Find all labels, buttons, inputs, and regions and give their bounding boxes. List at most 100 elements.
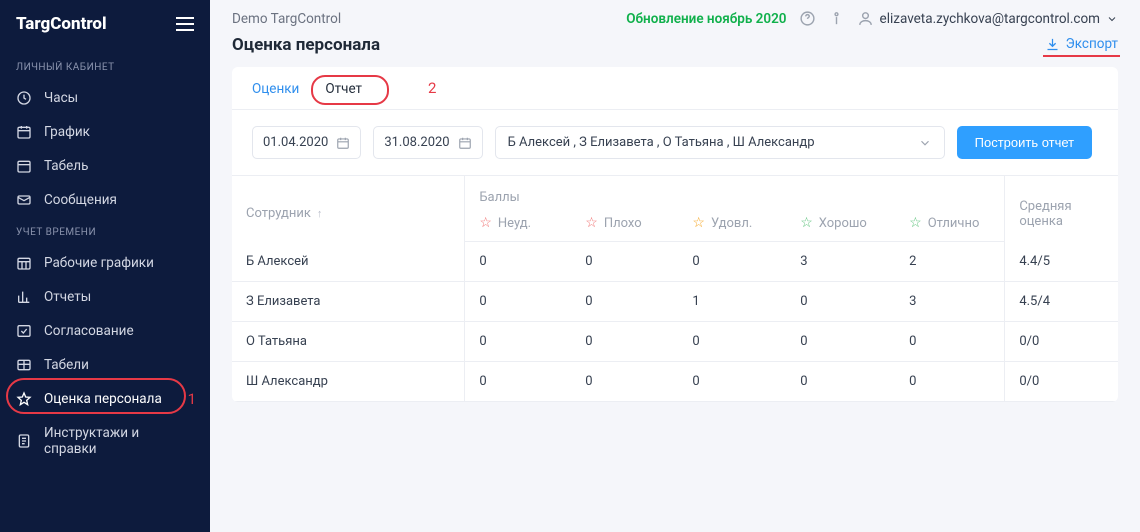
cell-score: 0 (465, 282, 571, 322)
export-icon (1045, 37, 1060, 52)
chevron-down-icon (1106, 13, 1118, 25)
export-label: Экспорт (1066, 36, 1118, 52)
cell-average: 4.5/4 (1005, 282, 1118, 322)
calendar-icon (16, 124, 32, 140)
sidebar-item-label: Инструктажи и справки (44, 425, 194, 457)
menu-toggle-icon[interactable] (176, 17, 194, 31)
build-report-button[interactable]: Построить отчет (957, 126, 1093, 159)
section-label-personal: ЛИЧНЫЙ КАБИНЕТ (0, 52, 210, 81)
cell-score: 0 (678, 242, 786, 282)
col-good[interactable]: ☆Хорошо (786, 209, 895, 242)
col-poor[interactable]: ☆Плохо (571, 209, 678, 242)
cell-score: 0 (678, 322, 786, 362)
sidebar-item-schedule[interactable]: График (0, 115, 210, 149)
sidebar-item-work-schedules[interactable]: Рабочие графики (0, 246, 210, 280)
info-icon[interactable] (828, 10, 845, 27)
annotation-1: 1 (188, 390, 196, 408)
calendar-icon (336, 136, 350, 150)
star-icon: ☆ (800, 215, 813, 231)
sidebar-item-hours[interactable]: Часы (0, 81, 210, 115)
col-bad[interactable]: ☆Неуд. (465, 209, 571, 242)
report-table: Сотрудник↑ Баллы Средняя оценка ☆Неуд. ☆… (232, 176, 1118, 402)
date-from-input[interactable]: 01.04.2020 (252, 126, 361, 159)
help-icon[interactable] (799, 10, 816, 27)
cell-score: 3 (895, 282, 1005, 322)
star-icon: ☆ (479, 215, 492, 231)
cell-score: 3 (786, 242, 895, 282)
sidebar-item-label: Табели (44, 357, 89, 373)
brand-logo: TargControl (16, 14, 107, 34)
cell-score: 0 (895, 362, 1005, 402)
export-button[interactable]: Экспорт (1045, 36, 1118, 54)
col-excellent[interactable]: ☆Отлично (895, 209, 1005, 242)
people-select-value: Б Алексей , З Елизавета , О Татьяна , Ш … (508, 135, 815, 150)
sidebar-item-staff-rating[interactable]: Оценка персонала 1 (0, 382, 210, 416)
user-email: elizaveta.zychkova@targcontrol.com (880, 11, 1100, 27)
section-label-time: УЧЕТ ВРЕМЕНИ (0, 217, 210, 246)
cell-score: 0 (786, 322, 895, 362)
sidebar-item-label: График (44, 124, 90, 140)
sidebar-item-messages[interactable]: Сообщения (0, 183, 210, 217)
sidebar-item-label: Согласование (44, 323, 134, 339)
table-row: Б Алексей000324.4/5 (232, 242, 1118, 282)
people-select[interactable]: Б Алексей , З Елизавета , О Татьяна , Ш … (495, 126, 945, 159)
cell-average: 4.4/5 (1005, 242, 1118, 282)
cell-employee: Б Алексей (232, 242, 465, 282)
sidebar-item-label: Отчеты (44, 289, 91, 305)
annotation-underline (1043, 55, 1120, 57)
check-square-icon (16, 323, 32, 339)
cell-employee: З Елизавета (232, 282, 465, 322)
sidebar-item-instructions[interactable]: Инструктажи и справки (0, 416, 210, 466)
clock-icon (16, 90, 32, 106)
card: Оценки Отчет 2 01.04.2020 31.08.2020 Б А… (232, 67, 1118, 402)
col-average[interactable]: Средняя оценка (1005, 176, 1118, 242)
star-icon: ☆ (585, 215, 598, 231)
main: Demo TargControl Обновление ноябрь 2020 … (210, 0, 1140, 532)
bar-chart-icon (16, 289, 32, 305)
sidebar-header: TargControl (0, 0, 210, 52)
date-to-input[interactable]: 31.08.2020 (373, 126, 482, 159)
tabs: Оценки Отчет 2 (232, 67, 1118, 110)
cell-score: 0 (678, 362, 786, 402)
mail-icon (16, 192, 32, 208)
update-link[interactable]: Обновление ноябрь 2020 (626, 11, 786, 27)
sidebar-item-label: Табель (44, 158, 88, 174)
sidebar-item-reports[interactable]: Отчеты (0, 280, 210, 314)
sidebar-item-label: Сообщения (44, 192, 117, 208)
sidebar-item-timesheets[interactable]: Табели (0, 348, 210, 382)
sidebar-item-timesheet[interactable]: Табель (0, 149, 210, 183)
cell-score: 0 (465, 322, 571, 362)
table-row: З Елизавета001034.5/4 (232, 282, 1118, 322)
sidebar-item-label: Оценка персонала (44, 391, 162, 407)
col-points-group: Баллы (465, 176, 1005, 209)
tab-report[interactable]: Отчет 2 (325, 81, 362, 109)
cell-score: 1 (678, 282, 786, 322)
user-menu[interactable]: elizaveta.zychkova@targcontrol.com (857, 10, 1118, 27)
sidebar-item-approval[interactable]: Согласование (0, 314, 210, 348)
cell-score: 0 (571, 322, 678, 362)
user-icon (857, 10, 874, 27)
calendar-icon (458, 136, 472, 150)
star-icon: ☆ (692, 215, 705, 231)
calendar-alt-icon (16, 158, 32, 174)
annotation-2: 2 (428, 79, 436, 97)
col-employee[interactable]: Сотрудник↑ (232, 176, 465, 242)
sidebar-item-label: Часы (44, 90, 78, 106)
cell-score: 0 (786, 282, 895, 322)
document-icon (16, 433, 32, 449)
cell-score: 0 (571, 362, 678, 402)
cell-average: 0/0 (1005, 322, 1118, 362)
project-name: Demo TargControl (232, 11, 341, 27)
cell-score: 0 (465, 362, 571, 402)
calendar-grid-icon (16, 255, 32, 271)
cell-employee: Ш Александр (232, 362, 465, 402)
page-header: Оценка персонала Экспорт (210, 35, 1140, 67)
cell-score: 0 (571, 282, 678, 322)
annotation-ring-2 (311, 75, 389, 105)
cell-score: 0 (571, 242, 678, 282)
cell-score: 2 (895, 242, 1005, 282)
col-ok[interactable]: ☆Удовл. (678, 209, 786, 242)
star-icon: ☆ (909, 215, 922, 231)
date-to-value: 31.08.2020 (384, 135, 449, 150)
tab-scores[interactable]: Оценки (252, 81, 299, 109)
